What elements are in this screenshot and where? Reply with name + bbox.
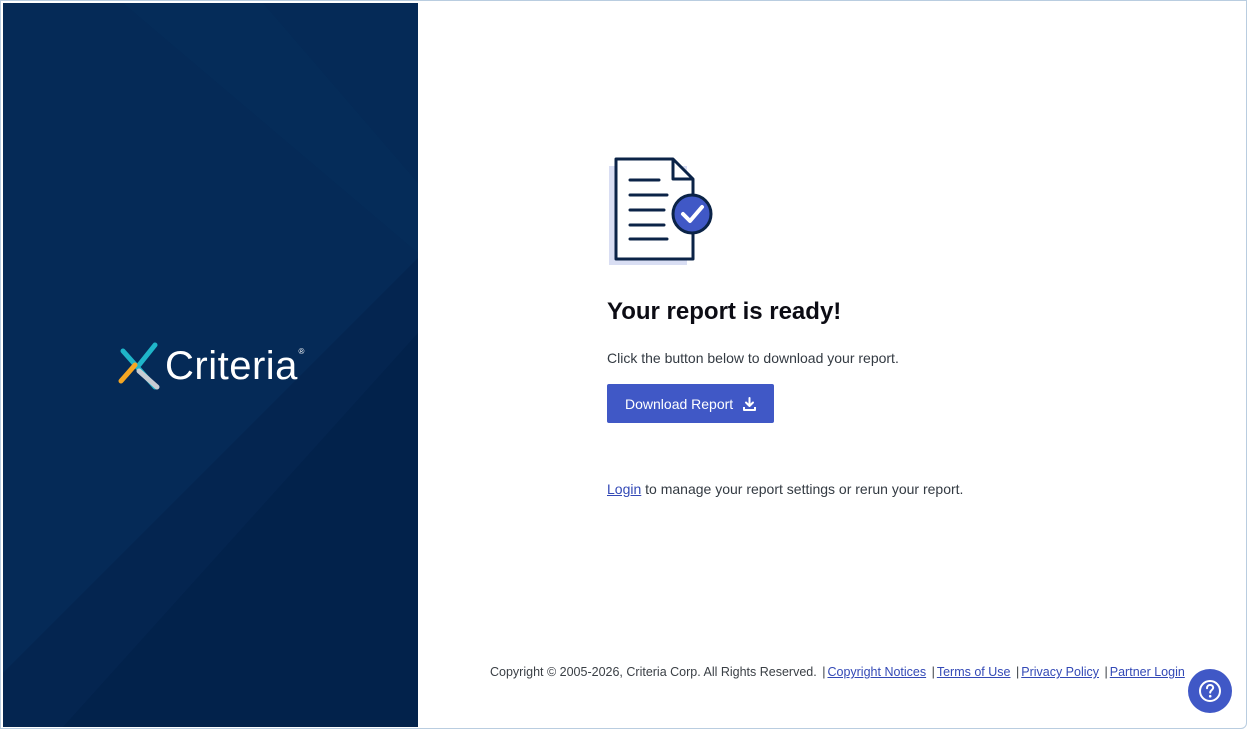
- help-button[interactable]: [1188, 669, 1232, 713]
- footer: Copyright © 2005-2026, Criteria Corp. Al…: [490, 665, 1185, 679]
- login-prompt-text: to manage your report settings or rerun …: [641, 481, 964, 497]
- download-instructions: Click the button below to download your …: [607, 350, 899, 366]
- login-link[interactable]: Login: [607, 481, 641, 497]
- criteria-logo: Criteria ®: [117, 341, 305, 391]
- footer-separator: |: [931, 665, 935, 679]
- copyright-notices-link[interactable]: Copyright Notices: [827, 665, 926, 679]
- download-icon: [743, 396, 757, 411]
- logo-wordmark: Criteria ®: [165, 344, 305, 388]
- report-check-icon: [609, 157, 713, 265]
- brand-panel: Criteria ®: [3, 3, 418, 727]
- download-report-label: Download Report: [625, 395, 734, 412]
- footer-separator: |: [822, 665, 826, 679]
- page-title: Your report is ready!: [607, 298, 842, 325]
- page-frame: Criteria ® Your report is ready! Click th…: [0, 0, 1247, 729]
- question-icon: [1199, 680, 1221, 702]
- terms-of-use-link[interactable]: Terms of Use: [937, 665, 1011, 679]
- download-report-button[interactable]: Download Report: [607, 384, 775, 423]
- footer-separator: |: [1015, 665, 1020, 679]
- copyright-text: Copyright © 2005-2026, Criteria Corp. Al…: [490, 665, 817, 679]
- criteria-logo-mark-icon: [118, 342, 160, 390]
- registered-mark: ®: [298, 347, 305, 356]
- partner-login-link[interactable]: Partner Login: [1110, 665, 1185, 679]
- privacy-policy-link[interactable]: Privacy Policy: [1021, 665, 1099, 679]
- footer-separator: |: [1104, 665, 1108, 679]
- report-ready-content: Your report is ready! Click the button b…: [607, 156, 1107, 497]
- login-prompt: Login to manage your report settings or …: [607, 481, 1107, 497]
